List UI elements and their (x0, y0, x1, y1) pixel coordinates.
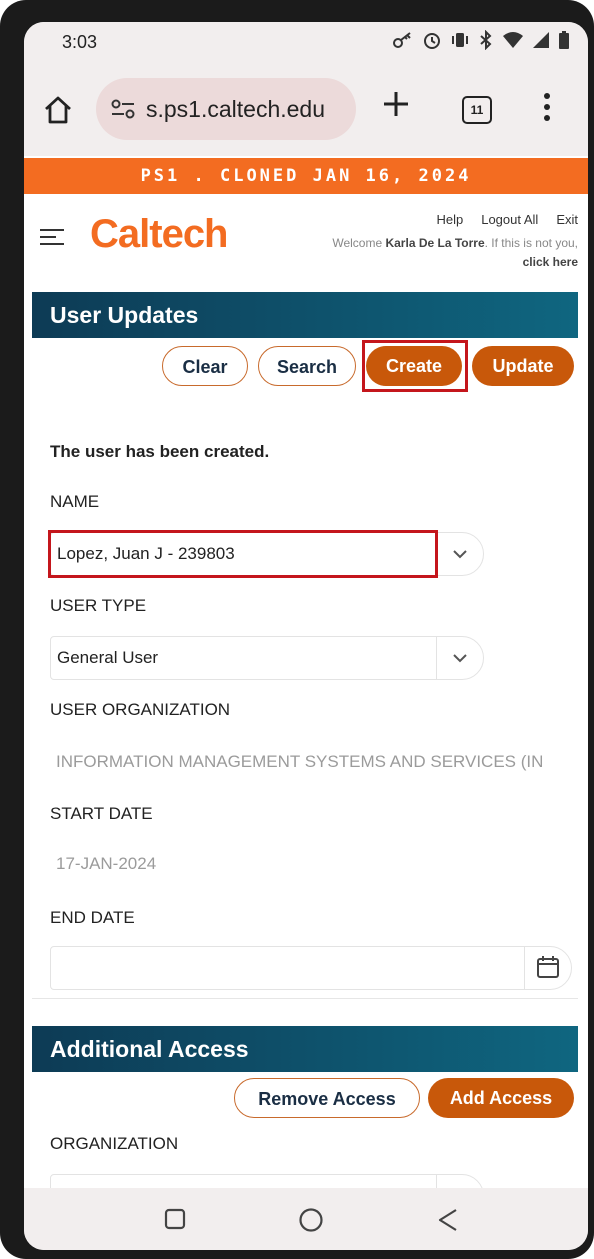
clear-button[interactable]: Clear (162, 346, 248, 386)
url-text: s.ps1.caltech.edu (146, 95, 326, 122)
update-button[interactable]: Update (472, 346, 574, 386)
start-date-value: 17-JAN-2024 (56, 854, 157, 873)
status-bar: 3:03 (24, 22, 588, 64)
url-bar[interactable]: s.ps1.caltech.edu (96, 78, 356, 140)
caltech-logo[interactable]: Caltech (90, 212, 228, 257)
name-label: NAME (50, 492, 100, 511)
name-highlight-box (48, 530, 438, 578)
user-type-label: USER TYPE (50, 596, 147, 615)
organization-label: ORGANIZATION (50, 1134, 179, 1153)
user-type-value: General User (57, 648, 159, 667)
phone-frame: 3:03 s.ps1.caltech.edu 11 PS1 . CLONED J… (0, 0, 594, 1259)
remove-access-button[interactable]: Remove Access (234, 1078, 420, 1118)
phone-screen: 3:03 s.ps1.caltech.edu 11 PS1 . CLONED J… (24, 22, 588, 1250)
end-date-input[interactable] (50, 946, 572, 990)
site-settings-icon (111, 99, 135, 119)
click-here-link[interactable]: click here (523, 255, 578, 269)
plus-icon (384, 92, 408, 116)
welcome-mid: . If this is not you, (484, 236, 578, 250)
new-tab-button[interactable] (382, 90, 410, 124)
signal-icon (532, 31, 550, 49)
exit-link[interactable]: Exit (556, 212, 578, 227)
chevron-down-icon[interactable] (436, 637, 483, 679)
back-icon[interactable] (436, 1207, 460, 1233)
chevron-down-icon[interactable] (436, 533, 483, 575)
welcome-text: Welcome Karla De La Torre. If this is no… (308, 234, 578, 272)
battery-icon (558, 30, 570, 50)
status-time: 3:03 (62, 32, 98, 52)
more-menu-button[interactable] (544, 92, 550, 122)
hamburger-menu-button[interactable] (40, 228, 64, 246)
calendar-icon[interactable] (524, 947, 571, 989)
add-access-button[interactable]: Add Access (428, 1078, 574, 1118)
key-icon (392, 30, 414, 50)
user-org-value: INFORMATION MANAGEMENT SYSTEMS AND SERVI… (56, 752, 544, 771)
recents-icon[interactable] (164, 1208, 186, 1230)
end-date-label: END DATE (50, 908, 135, 927)
tab-switcher-button[interactable]: 11 (462, 96, 492, 124)
additional-access-title: Additional Access (32, 1026, 578, 1072)
user-updates-title: User Updates (32, 292, 578, 338)
header-links: Help Logout All Exit (436, 212, 578, 227)
home-button[interactable] (42, 94, 74, 126)
home-icon (45, 96, 71, 124)
more-vert-icon (544, 93, 550, 121)
success-message: The user has been created. (50, 442, 270, 461)
search-button[interactable]: Search (258, 346, 356, 386)
vibrate-icon (450, 30, 470, 50)
status-icons (392, 30, 570, 50)
logout-all-link[interactable]: Logout All (481, 212, 538, 227)
menu-icon (40, 229, 64, 245)
wifi-icon (502, 31, 524, 49)
alarm-icon (422, 30, 442, 50)
android-nav-bar (24, 1188, 588, 1250)
user-type-select[interactable]: General User (50, 636, 484, 680)
environment-banner: PS1 . CLONED JAN 16, 2024 (24, 158, 588, 194)
start-date-label: START DATE (50, 804, 153, 823)
home-nav-icon[interactable] (298, 1207, 324, 1233)
create-highlight-box (362, 340, 468, 392)
help-link[interactable]: Help (436, 212, 463, 227)
welcome-user: Karla De La Torre (385, 236, 485, 250)
user-org-label: USER ORGANIZATION (50, 700, 231, 719)
user-updates-panel: User Updates Clear Search Create Update … (32, 292, 578, 999)
browser-toolbar: s.ps1.caltech.edu 11 (24, 64, 588, 156)
welcome-prefix: Welcome (332, 236, 383, 250)
bluetooth-icon (478, 30, 494, 50)
